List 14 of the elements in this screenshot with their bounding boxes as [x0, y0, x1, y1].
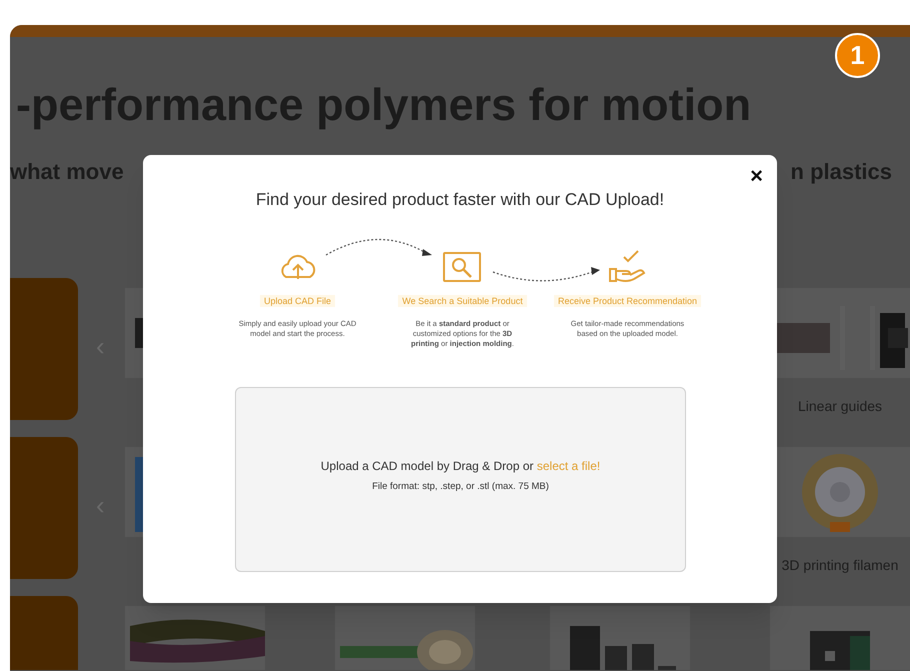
- drop-instructions: Upload a CAD model by Drag & Drop or select a file!: [320, 458, 600, 474]
- step-label: Receive Product Recommendation: [554, 295, 702, 307]
- category-card[interactable]: [10, 278, 78, 420]
- step-label: We Search a Suitable Product: [398, 295, 527, 307]
- modal-title: Find your desired product faster with our CAD Upload!: [256, 189, 664, 211]
- drop-zone[interactable]: Upload a CAD model by Drag & Drop or select a file! File format: stp, .step, or .stl (max. 75 MB): [235, 387, 686, 572]
- file-format-note: File format: stp, .step, or .stl (max. 75 MB): [372, 480, 549, 494]
- select-file-link[interactable]: select a file!: [536, 458, 600, 472]
- step-label: Upload CAD File: [260, 295, 336, 307]
- carousel-arrow[interactable]: ‹: [96, 492, 105, 518]
- carousel-arrow[interactable]: ‹: [96, 333, 105, 359]
- close-button[interactable]: ×: [750, 165, 763, 187]
- category-card[interactable]: [10, 437, 78, 579]
- category-card[interactable]: [10, 596, 78, 670]
